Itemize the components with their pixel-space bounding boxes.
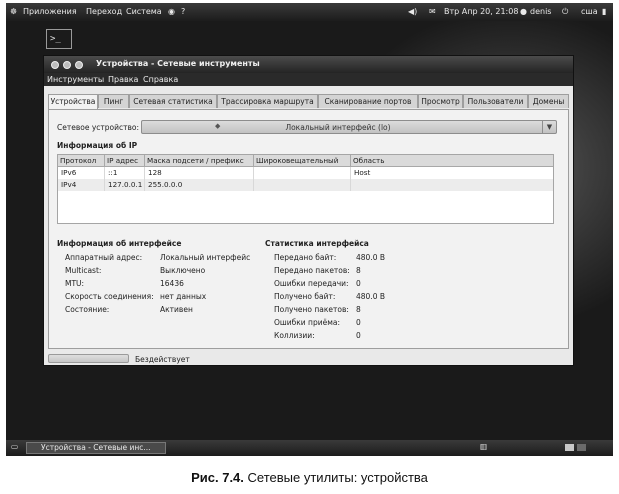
activity-progress [48,354,129,363]
tx-packets-label: Передано пакетов: [274,266,350,275]
menu-help[interactable]: Справка [143,75,178,84]
rx-bytes-label: Получено байт: [274,292,336,301]
task-label: Устройства - Сетевые инс... [41,443,151,452]
network-tools-window: Устройства - Сетевые инструменты Инструм… [43,55,574,366]
applications-menu[interactable]: Приложения [23,7,77,16]
desktop: ☸ Приложения Переход Система ◉ ? ◀) ✉ Вт… [6,3,613,456]
menubar: Инструменты Правка Справка [44,73,573,86]
browser-launcher-icon[interactable]: ◉ [168,7,175,16]
minimize-icon[interactable] [63,61,71,69]
battery-icon: ▮ [602,7,607,16]
rx-packets-label: Получено пакетов: [274,305,349,314]
link-speed-label: Скорость соединения: [65,292,154,301]
tab-finger[interactable]: Пользователи [463,94,528,108]
user-name[interactable]: denis [530,7,551,16]
keyboard-layout[interactable]: сша [581,7,598,16]
table-cell [254,167,351,179]
tx-bytes-label: Передано байт: [274,253,337,262]
menu-edit[interactable]: Правка [108,75,138,84]
column-header-protocol[interactable]: Протокол [58,155,105,167]
table-cell: IPv6 [58,167,105,179]
state-value: Активен [160,305,193,314]
terminal-desktop-icon[interactable]: >_ [46,29,72,49]
places-menu[interactable]: Переход [86,7,122,16]
table-cell [351,179,553,191]
close-icon[interactable] [51,61,59,69]
tx-packets-value: 8 [356,266,361,275]
window-title: Устройства - Сетевые инструменты [96,59,260,68]
ip-section-title: Информация об IP [57,141,138,150]
collisions-value: 0 [356,331,361,340]
tab-whois[interactable]: Домены [528,94,569,108]
status-text: Бездействует [135,355,190,364]
tab-devices[interactable]: Устройства [48,94,98,109]
rx-packets-value: 8 [356,305,361,314]
hw-address-label: Аппаратный адрес: [65,253,143,262]
state-label: Состояние: [65,305,110,314]
device-selected-value: Локальный интерфейс (lo) [285,123,391,132]
table-cell: 127.0.0.1 [105,179,145,191]
devices-panel: Сетевое устройство: ◆ Локальный интерфей… [48,109,569,349]
interface-stats-title: Статистика интерфейса [265,239,369,248]
maximize-icon[interactable] [75,61,83,69]
top-panel: ☸ Приложения Переход Система ◉ ? ◀) ✉ Вт… [6,3,613,21]
column-header-ip-address[interactable]: IP адрес [105,155,145,167]
table-cell [254,179,351,191]
user-status-icon: ● [520,7,527,16]
bottom-panel: ▭ Устройства - Сетевые инс... ▥ [6,440,613,456]
rx-errors-label: Ошибки приёма: [274,318,340,327]
tab-strip: Устройства Пинг Сетевая статистика Трасс… [44,94,573,109]
table-row[interactable]: IPv4 127.0.0.1 255.0.0.0 [58,179,553,191]
link-speed-value: нет данных [160,292,207,301]
power-icon[interactable]: ⏻ [562,7,568,17]
device-label: Сетевое устройство: [57,123,140,132]
hw-address-value: Локальный интерфейс [160,253,251,262]
window-titlebar[interactable]: Устройства - Сетевые инструменты [44,56,573,73]
tab-lookup[interactable]: Просмотр [418,94,463,108]
column-header-scope[interactable]: Область [351,155,553,167]
workspace-1-icon[interactable] [565,444,574,451]
column-header-broadcast[interactable]: Широковещательный [254,155,351,167]
mail-icon[interactable]: ✉ [429,7,436,16]
clock[interactable]: Втр Апр 20, 21:08 [444,7,518,16]
figure-caption: Рис. 7.4. Сетевые утилиты: устройства [0,470,619,485]
system-menu[interactable]: Система [126,7,162,16]
workspace-2-icon[interactable] [577,444,586,451]
multicast-label: Multicast: [65,266,102,275]
statusbar: Бездействует [44,353,573,365]
taskbar-window-button[interactable]: Устройства - Сетевые инс... [26,442,166,454]
tx-errors-value: 0 [356,279,361,288]
tab-ping[interactable]: Пинг [98,94,129,108]
rx-errors-value: 0 [356,318,361,327]
foot-icon[interactable]: ☸ [10,7,17,16]
ip-table: Протокол IP адрес Маска подсети / префик… [57,154,554,224]
figure-number: Рис. 7.4. [191,470,244,485]
table-cell: Host [354,168,371,177]
show-desktop-icon[interactable]: ▭ [11,442,18,451]
rx-bytes-value: 480.0 B [356,292,386,301]
mtu-label: MTU: [65,279,85,288]
device-combobox[interactable]: ◆ Локальный интерфейс (lo) ▼ [141,120,557,134]
tx-bytes-value: 480.0 B [356,253,386,262]
table-cell: IPv4 [58,179,105,191]
column-header-netmask[interactable]: Маска подсети / префикс [145,155,254,167]
interface-info-title: Информация об интерфейсе [57,239,182,248]
table-cell: ::1 [105,167,145,179]
tx-errors-label: Ошибки передачи: [274,279,349,288]
tab-traceroute[interactable]: Трассировка маршрута [217,94,318,108]
chevron-down-icon[interactable]: ▼ [542,121,556,133]
table-cell: 128 [145,167,254,179]
collisions-label: Коллизии: [274,331,315,340]
figure-text: Сетевые утилиты: устройства [247,470,428,485]
multicast-value: Выключено [160,266,206,275]
help-icon[interactable]: ? [181,7,185,16]
table-cell: 255.0.0.0 [145,179,254,191]
volume-icon[interactable]: ◀) [408,7,417,16]
tab-port-scan[interactable]: Сканирование портов [318,94,418,108]
menu-tools[interactable]: Инструменты [47,75,104,84]
tab-netstat[interactable]: Сетевая статистика [129,94,217,108]
table-row[interactable]: IPv6 ::1 128 Host [58,167,553,179]
mtu-value: 16436 [160,279,184,288]
trash-icon[interactable]: ▥ [480,442,487,451]
